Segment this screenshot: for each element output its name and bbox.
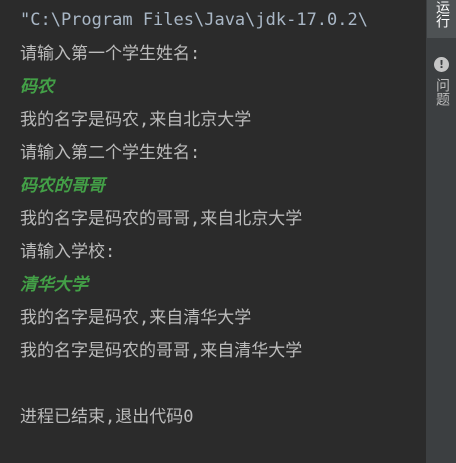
run-console-output[interactable]: "C:\Program Files\Java\jdk-17.0.2\ 请输入第一… [0,0,426,463]
console-user-input: 清华大学 [20,275,88,295]
console-output-line: 我的名字是码农,来自北京大学 [20,110,252,130]
console-output-line: 请输入学校: [20,242,116,262]
console-user-input: 码农 [20,77,54,97]
console-output-line: 我的名字是码农的哥哥,来自清华大学 [20,341,303,361]
right-tool-strip: 运行 ! 问题 [427,0,456,463]
tab-problems-label: 问题 [434,78,450,106]
process-exit-message: 进程已结束,退出代码0 [20,407,194,427]
console-output-line: 请输入第二个学生姓名: [20,143,201,163]
console-output-line: 我的名字是码农,来自清华大学 [20,308,252,328]
info-icon: ! [434,57,449,72]
console-output-line: 我的名字是码农的哥哥,来自北京大学 [20,209,303,229]
java-command-line: "C:\Program Files\Java\jdk-17.0.2\ [20,10,368,30]
console-user-input: 码农的哥哥 [20,176,105,196]
tab-run-label: 运行 [434,0,450,28]
tab-problems[interactable]: ! 问题 [427,52,456,122]
ide-run-window: "C:\Program Files\Java\jdk-17.0.2\ 请输入第一… [0,0,456,463]
tab-run[interactable]: 运行 [427,0,456,38]
console-output-line: 请输入第一个学生姓名: [20,44,201,64]
